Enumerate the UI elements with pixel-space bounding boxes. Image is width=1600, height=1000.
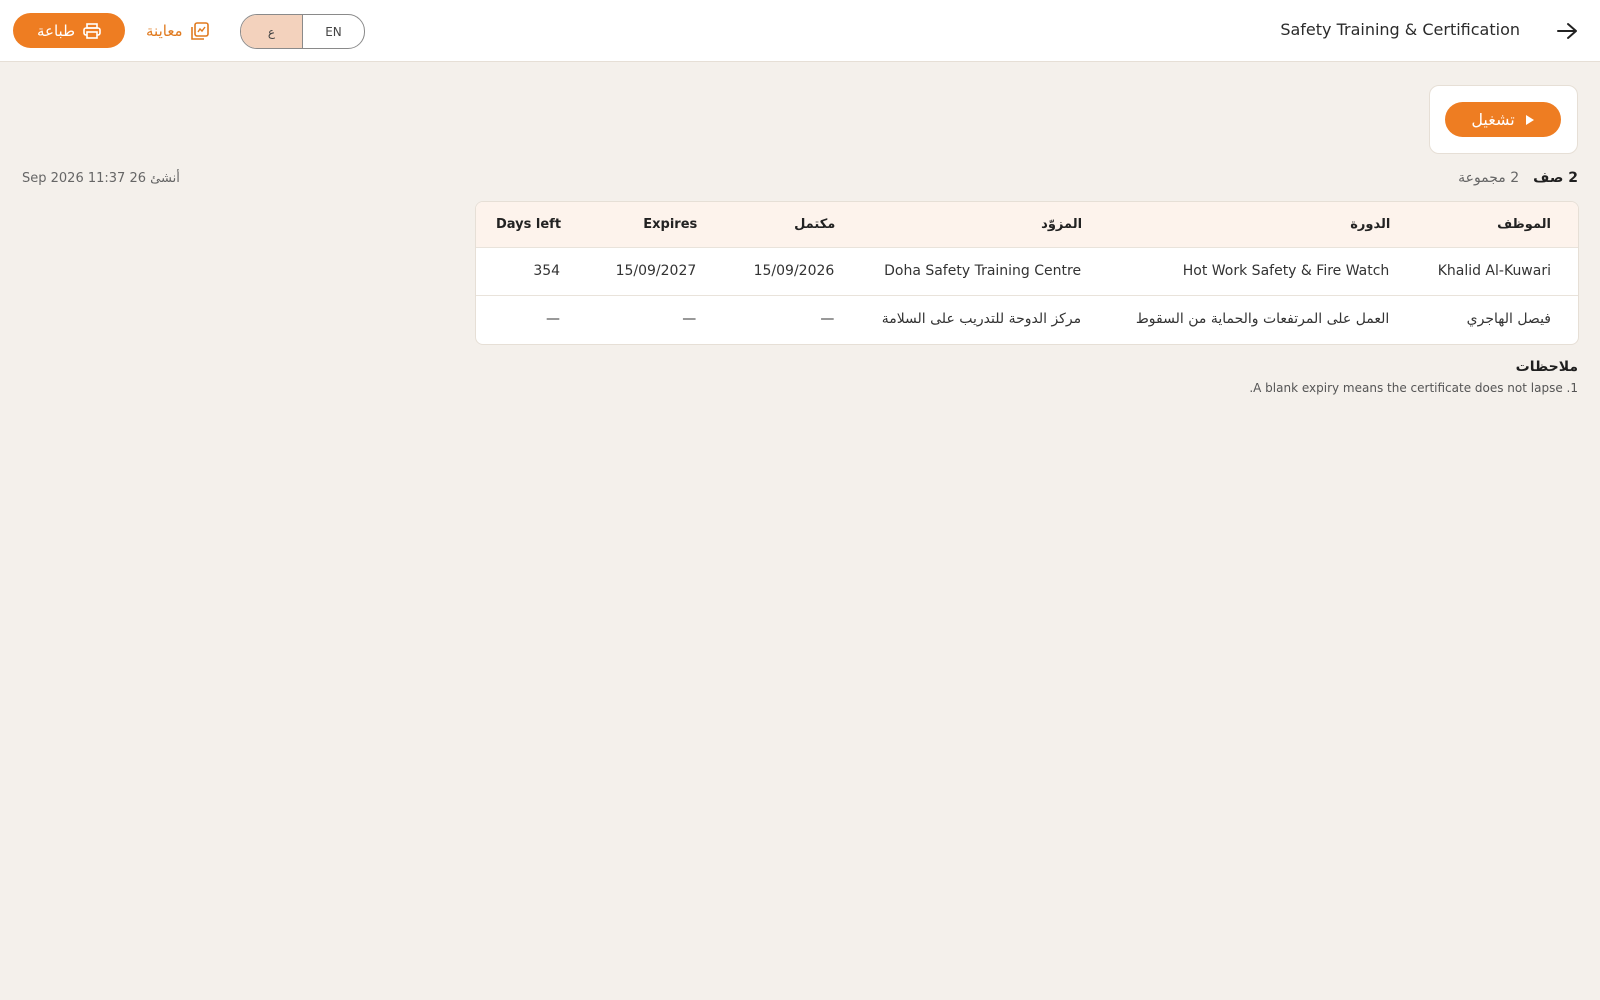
preview-icon bbox=[190, 22, 209, 40]
cell-completed: 15/09/2026 bbox=[753, 263, 835, 279]
cell-days-left: — bbox=[546, 311, 561, 328]
header-expires[interactable]: Expires bbox=[561, 202, 697, 247]
summary: 2 صف 2 مجموعة bbox=[1458, 170, 1578, 186]
header-course[interactable]: الدورة bbox=[1082, 202, 1390, 247]
preview-button[interactable]: معاينة bbox=[146, 18, 209, 44]
cell-employee: Khalid Al-Kuwari bbox=[1437, 263, 1551, 279]
printer-icon bbox=[83, 22, 101, 39]
group-count: 2 مجموعة bbox=[1458, 170, 1520, 186]
results-table: الموظف الدورة المزوّد مكتمل Expires Days… bbox=[475, 201, 1579, 345]
language-toggle[interactable]: ع EN bbox=[240, 14, 365, 49]
cell-course: العمل على المرتفعات والحماية من السقوط bbox=[1135, 311, 1390, 328]
lang-option-english[interactable]: EN bbox=[303, 15, 364, 48]
cell-provider: Doha Safety Training Centre bbox=[884, 263, 1082, 279]
table-header-row: الموظف الدورة المزوّد مكتمل Expires Days… bbox=[476, 202, 1578, 247]
top-bar: Safety Training & Certification طباعة مع… bbox=[0, 0, 1600, 62]
cell-course: Hot Work Safety & Fire Watch bbox=[1182, 263, 1390, 279]
cell-provider: مركز الدوحة للتدريب على السلامة bbox=[881, 311, 1082, 328]
header-employee[interactable]: الموظف bbox=[1390, 202, 1578, 247]
header-days-left[interactable]: Days left bbox=[476, 202, 561, 247]
run-card: تشغيل bbox=[1429, 85, 1578, 154]
row-count: 2 صف bbox=[1533, 170, 1578, 186]
run-button[interactable]: تشغيل bbox=[1445, 102, 1561, 137]
cell-completed: — bbox=[820, 311, 835, 328]
lang-option-arabic[interactable]: ع bbox=[241, 15, 303, 48]
table-row: فيصل الهاجري العمل على المرتفعات والحماي… bbox=[476, 295, 1578, 343]
page-title: Safety Training & Certification bbox=[1280, 20, 1520, 39]
note-item: 1. A blank expiry means the certificate … bbox=[1249, 381, 1578, 395]
run-label: تشغيل bbox=[1471, 110, 1515, 129]
print-button[interactable]: طباعة bbox=[13, 13, 125, 48]
cell-expires: 15/09/2027 bbox=[615, 263, 697, 279]
print-label: طباعة bbox=[36, 21, 76, 40]
table-row: Khalid Al-Kuwari Hot Work Safety & Fire … bbox=[476, 247, 1578, 295]
cell-expires: — bbox=[682, 311, 697, 328]
cell-employee: فيصل الهاجري bbox=[1466, 311, 1551, 328]
header-completed[interactable]: مكتمل bbox=[697, 202, 835, 247]
back-arrow-icon[interactable] bbox=[1554, 18, 1580, 44]
header-provider[interactable]: المزوّد bbox=[835, 202, 1082, 247]
play-icon bbox=[1525, 114, 1534, 125]
notes-title: ملاحظات bbox=[1515, 359, 1578, 375]
cell-days-left: 354 bbox=[533, 263, 561, 279]
generated-timestamp: أنشئ 26 Sep 2026 11:37 bbox=[22, 171, 180, 186]
preview-label: معاينة bbox=[146, 22, 183, 40]
